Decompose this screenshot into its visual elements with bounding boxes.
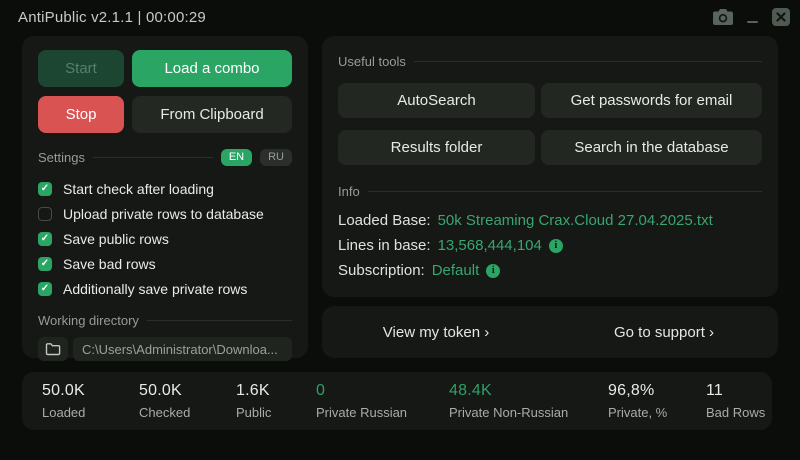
info-icon[interactable] bbox=[486, 264, 500, 278]
minimize-icon[interactable] bbox=[741, 6, 763, 28]
camera-icon-glyph bbox=[713, 9, 733, 25]
working-directory-label: Working directory bbox=[38, 313, 139, 328]
working-directory-row: C:\Users\Administrator\Downloa... bbox=[38, 337, 292, 361]
lines-in-base-key: Lines in base: bbox=[338, 237, 431, 254]
checkbox-start-check-after-loading[interactable]: Start check after loading bbox=[38, 176, 292, 201]
info-header: Info bbox=[338, 184, 762, 199]
stat-value: 48.4K bbox=[449, 382, 608, 400]
titlebar: AntiPublic v2.1.1 | 00:00:29 bbox=[0, 0, 800, 34]
window-controls bbox=[712, 0, 792, 34]
stat-label: Bad Rows bbox=[706, 405, 772, 420]
checkbox-label: Upload private rows to database bbox=[63, 206, 264, 222]
lang-toggle-en[interactable]: EN bbox=[221, 149, 252, 166]
checkbox-additionally-save-private-rows[interactable]: Additionally save private rows bbox=[38, 276, 292, 301]
folder-icon bbox=[45, 342, 61, 356]
stat-label: Loaded bbox=[42, 405, 139, 420]
stat-value: 11 bbox=[706, 382, 772, 400]
stat-label: Private Russian bbox=[316, 405, 449, 420]
checkbox-label: Additionally save private rows bbox=[63, 281, 247, 297]
camera-icon[interactable] bbox=[712, 6, 734, 28]
divider bbox=[147, 320, 292, 321]
subscription-value: Default bbox=[432, 262, 480, 279]
working-directory-path-field[interactable]: C:\Users\Administrator\Downloa... bbox=[73, 337, 292, 361]
info-rows: Loaded Base: 50k Streaming Crax.Cloud 27… bbox=[338, 208, 762, 283]
loaded-base-row: Loaded Base: 50k Streaming Crax.Cloud 27… bbox=[338, 208, 762, 233]
checkbox-save-bad-rows[interactable]: Save bad rows bbox=[38, 251, 292, 276]
stat-private-non-russian: 48.4K Private Non-Russian bbox=[449, 382, 608, 430]
stat-label: Checked bbox=[139, 405, 236, 420]
stat-value: 50.0K bbox=[42, 382, 139, 400]
stat-label: Private, % bbox=[608, 405, 706, 420]
stat-value: 50.0K bbox=[139, 382, 236, 400]
stat-value: 0 bbox=[316, 382, 449, 400]
checkbox-label: Start check after loading bbox=[63, 181, 214, 197]
stat-private-russian: 0 Private Russian bbox=[316, 382, 449, 430]
stat-public: 1.6K Public bbox=[236, 382, 316, 430]
checkbox-label: Save bad rows bbox=[63, 256, 156, 272]
action-buttons: Start Load a combo Stop From Clipboard bbox=[38, 50, 292, 133]
load-combo-button[interactable]: Load a combo bbox=[132, 50, 292, 87]
folder-browse-button[interactable] bbox=[38, 337, 68, 361]
loaded-base-key: Loaded Base: bbox=[338, 212, 431, 229]
working-directory-header: Working directory bbox=[38, 313, 292, 328]
info-label: Info bbox=[338, 184, 360, 199]
autosearch-button[interactable]: AutoSearch bbox=[338, 83, 535, 118]
divider bbox=[93, 157, 213, 158]
stat-value: 1.6K bbox=[236, 382, 316, 400]
checkbox-label: Save public rows bbox=[63, 231, 169, 247]
lang-toggle-ru[interactable]: RU bbox=[260, 149, 292, 166]
useful-tools-header: Useful tools bbox=[338, 54, 762, 69]
tools-info-panel: Useful tools AutoSearch Get passwords fo… bbox=[322, 36, 778, 297]
info-icon[interactable] bbox=[549, 239, 563, 253]
stat-value: 96,8% bbox=[608, 382, 706, 400]
divider bbox=[414, 61, 762, 62]
links-panel: View my token › Go to support › bbox=[322, 306, 778, 358]
stat-label: Public bbox=[236, 405, 316, 420]
checkbox-upload-private-rows[interactable]: Upload private rows to database bbox=[38, 201, 292, 226]
close-icon[interactable] bbox=[770, 6, 792, 28]
divider bbox=[368, 191, 762, 192]
results-folder-button[interactable]: Results folder bbox=[338, 130, 535, 165]
get-passwords-button[interactable]: Get passwords for email bbox=[541, 83, 762, 118]
settings-header: Settings EN RU bbox=[38, 149, 292, 166]
stats-bar: 50.0K Loaded 50.0K Checked 1.6K Public 0… bbox=[22, 372, 772, 430]
start-button[interactable]: Start bbox=[38, 50, 124, 87]
from-clipboard-button[interactable]: From Clipboard bbox=[132, 96, 292, 133]
lines-in-base-value: 13,568,444,104 bbox=[438, 237, 542, 254]
checkbox-save-public-rows[interactable]: Save public rows bbox=[38, 226, 292, 251]
view-my-token-link[interactable]: View my token › bbox=[322, 324, 550, 341]
stat-loaded: 50.0K Loaded bbox=[42, 382, 139, 430]
stat-bad-rows: 11 Bad Rows bbox=[706, 382, 772, 430]
settings-label: Settings bbox=[38, 150, 85, 165]
go-to-support-link[interactable]: Go to support › bbox=[550, 324, 778, 341]
checkbox-icon bbox=[38, 207, 52, 221]
app-title: AntiPublic v2.1.1 | 00:00:29 bbox=[18, 9, 206, 26]
checkbox-icon bbox=[38, 182, 52, 196]
control-panel: Start Load a combo Stop From Clipboard S… bbox=[22, 36, 308, 358]
stat-checked: 50.0K Checked bbox=[139, 382, 236, 430]
stop-button[interactable]: Stop bbox=[38, 96, 124, 133]
checkbox-icon bbox=[38, 282, 52, 296]
checkbox-icon bbox=[38, 257, 52, 271]
checkbox-icon bbox=[38, 232, 52, 246]
loaded-base-value: 50k Streaming Crax.Cloud 27.04.2025.txt bbox=[438, 212, 713, 229]
lines-in-base-row: Lines in base: 13,568,444,104 bbox=[338, 233, 762, 258]
useful-tools-label: Useful tools bbox=[338, 54, 406, 69]
stat-private-percent: 96,8% Private, % bbox=[608, 382, 706, 430]
stat-label: Private Non-Russian bbox=[449, 405, 608, 420]
tool-buttons: AutoSearch Get passwords for email Resul… bbox=[338, 83, 762, 165]
search-database-button[interactable]: Search in the database bbox=[541, 130, 762, 165]
subscription-key: Subscription: bbox=[338, 262, 425, 279]
subscription-row: Subscription: Default bbox=[338, 258, 762, 283]
settings-checkboxes: Start check after loading Upload private… bbox=[38, 176, 292, 301]
